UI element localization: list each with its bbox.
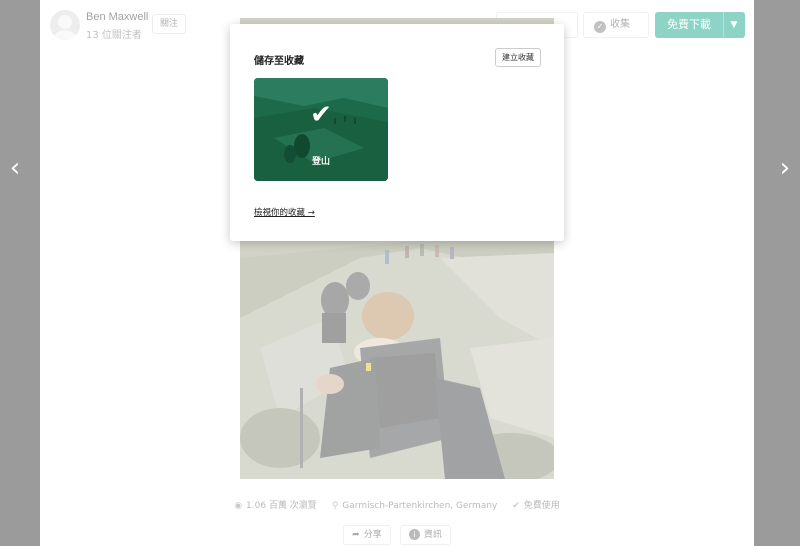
share-button[interactable]: ➦ 分享 [343, 525, 391, 545]
follow-button[interactable]: 關注 [152, 14, 186, 34]
check-circle-icon: ✓ [594, 21, 606, 33]
views-text: 1.06 百萬 次瀏覽 [246, 501, 317, 511]
eye-icon: ◉ [234, 501, 243, 511]
free-download-button[interactable]: 免費下載 ▼ [655, 12, 745, 38]
photo-meta: ◉ 1.06 百萬 次瀏覽 ⚲ Garmisch-Partenkirchen, Ge… [40, 498, 754, 512]
create-collection-button[interactable]: 建立收藏 [495, 48, 541, 67]
collect-button[interactable]: ✓ 收集 [583, 12, 649, 38]
author-name[interactable]: Ben Maxwell [86, 11, 148, 23]
license-stat[interactable]: ✔ 免費使用 [512, 501, 560, 511]
download-label: 免費下載 [667, 18, 711, 31]
views-stat: ◉ 1.06 百萬 次瀏覽 [234, 501, 317, 511]
author-followers: 13 位關注者 [86, 30, 142, 41]
previous-photo-arrow-icon[interactable]: ‹ [0, 150, 30, 186]
share-label: 分享 [363, 530, 382, 540]
share-arrow-icon: ➦ [352, 530, 360, 540]
license-text: 免費使用 [523, 501, 560, 511]
info-button[interactable]: i 資訊 [399, 525, 451, 545]
check-circle-icon: ✔ [512, 501, 520, 511]
view-collections-link[interactable]: 檢視你的收藏 → [254, 206, 315, 218]
info-icon: i [408, 529, 420, 540]
popover-title: 儲存至收藏 [254, 56, 304, 67]
save-to-collection-popover: 儲存至收藏 建立收藏 ✔ 登山 檢視你的收藏 → [230, 24, 564, 241]
author-avatar[interactable] [50, 10, 80, 40]
collection-name: 登山 [311, 157, 330, 167]
location-stat[interactable]: ⚲ Garmisch-Partenkirchen, Germany [332, 501, 498, 511]
chevron-down-icon[interactable]: ▼ [723, 12, 745, 38]
collect-label: 收集 [610, 19, 630, 30]
location-text: Garmisch-Partenkirchen, Germany [342, 501, 498, 511]
location-pin-icon: ⚲ [331, 501, 339, 511]
photo-actions: ➦ 分享 i 資訊 [40, 522, 754, 545]
selected-check-icon: ✔ [310, 100, 332, 130]
collection-card-hiking[interactable]: ✔ 登山 [254, 78, 388, 181]
info-label: 資訊 [423, 530, 442, 540]
next-photo-arrow-icon[interactable]: › [770, 150, 800, 186]
